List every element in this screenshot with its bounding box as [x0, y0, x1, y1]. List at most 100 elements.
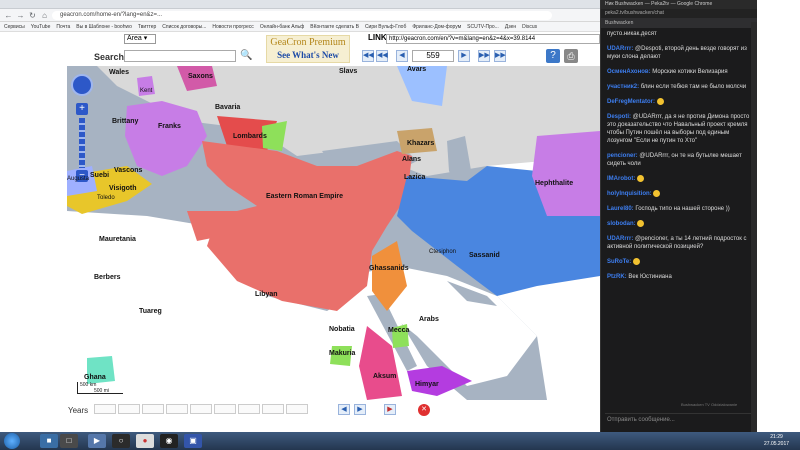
chat-nick[interactable]: UDARrrr:: [607, 236, 633, 242]
chat-nick[interactable]: SuRoTe:: [607, 259, 631, 265]
link-field[interactable]: http://geacron.com/en/?v=m&lang=en&z=4&x…: [386, 34, 600, 44]
geacron-premium-logo[interactable]: GeaCron Premium See What's New: [266, 35, 350, 63]
map-label: Eastern Roman Empire: [266, 193, 344, 200]
bookmark-item[interactable]: Твиттер: [138, 22, 156, 31]
chat-nick[interactable]: slobodan:: [607, 221, 636, 227]
prev-year-button[interactable]: ◀: [396, 50, 408, 62]
play-button[interactable]: ▶: [384, 404, 396, 415]
bookmark-item[interactable]: Почта: [56, 22, 70, 31]
timeline-cell[interactable]: [286, 404, 308, 414]
step-forward-fast-button[interactable]: ▶▶: [494, 50, 506, 62]
step-back-button[interactable]: ◀◀: [376, 50, 388, 62]
bookmark-item[interactable]: Новости прогресс: [212, 22, 253, 31]
bookmark-item[interactable]: Онлайн-банк Альф: [260, 22, 304, 31]
zoom-in-button[interactable]: +: [76, 103, 88, 115]
timeline-bar: Years ◀ ▶ ▶ ✕: [0, 400, 600, 432]
search-input[interactable]: [124, 50, 236, 62]
map-label: Berbers: [94, 274, 121, 281]
step-back-fast-button[interactable]: ◀◀: [362, 50, 374, 62]
next-year-button[interactable]: ▶: [458, 50, 470, 62]
timeline-cell[interactable]: [262, 404, 284, 414]
chat-message: IMArobot:: [607, 175, 754, 183]
timeline-cell[interactable]: [118, 404, 140, 414]
bookmark-item[interactable]: Вы в Шаблоне - boohwo: [76, 22, 132, 31]
media-icon[interactable]: ▶: [88, 434, 106, 448]
bookmark-item[interactable]: SCUTV-Про...: [467, 22, 499, 31]
stop-icon[interactable]: ✕: [418, 404, 430, 416]
timeline-cell[interactable]: [238, 404, 260, 414]
url-field[interactable]: geacron.com/home-en/?lang=en&z=...: [52, 11, 552, 20]
map-label: Franks: [158, 123, 181, 130]
back-icon[interactable]: ←: [4, 11, 13, 20]
chat-nick[interactable]: IMArobot:: [607, 176, 635, 182]
reload-icon[interactable]: ↻: [28, 11, 37, 20]
map-label: Arabs: [419, 316, 439, 323]
chat-nick[interactable]: holyInquisition:: [607, 191, 652, 197]
step-forward-button[interactable]: ▶▶: [478, 50, 490, 62]
smiley-icon: [656, 98, 664, 105]
chat-nick[interactable]: Laurel80:: [607, 206, 634, 212]
chat-footer-meta: Bushwacken TV Oddzialowanie: [681, 402, 738, 407]
year-input[interactable]: 559: [412, 50, 454, 62]
chat-nick[interactable]: ОсменАхонов:: [607, 69, 651, 75]
smiley-icon: [637, 220, 645, 228]
timeline-cell[interactable]: [214, 404, 236, 414]
obs-icon[interactable]: ◉: [160, 434, 178, 448]
search-label: Search: [94, 52, 125, 62]
chat-messages[interactable]: пусто.никак.десят UDARrrr: @Despoti, втор…: [601, 28, 758, 398]
map-label: Hephthalite: [535, 180, 574, 187]
help-button[interactable]: ?: [546, 49, 560, 63]
chat-message: PtzRK: Век Юстиниана: [607, 273, 754, 281]
bookmark-item[interactable]: ВКонтакте сделать В: [310, 22, 359, 31]
zoom-slider[interactable]: [79, 118, 85, 168]
explorer-icon[interactable]: ■: [40, 434, 58, 448]
tray-clock[interactable]: 21:29 27.05.2017: [764, 434, 789, 448]
bookmark-item[interactable]: Сири Вульф-Глоб: [365, 22, 406, 31]
timeline-back-button[interactable]: ◀: [338, 404, 350, 415]
map-label: Suebi: [90, 172, 110, 179]
chat-message: Laurel80: Господь типо на нашей стороне …: [607, 205, 754, 213]
start-button[interactable]: [4, 433, 20, 449]
link-label: LINK: [368, 33, 387, 42]
map-label: Ghana: [84, 374, 106, 381]
timeline-cell[interactable]: [190, 404, 212, 414]
chat-text: Морские котики Велизария: [652, 69, 728, 75]
map-label: Tuareg: [139, 308, 162, 315]
chat-nick[interactable]: Despoti:: [607, 114, 631, 120]
bookmark-item[interactable]: Список договоры...: [162, 22, 206, 31]
chat-message: Despoti: @UDARrrr, да я не против Димона…: [607, 113, 754, 145]
bookmark-item[interactable]: Discus: [522, 22, 537, 31]
chat-message: pencioner: @UDARrrr, он те на бутылке ме…: [607, 152, 754, 168]
chat-nick[interactable]: PtzRK:: [607, 274, 627, 280]
chrome-icon[interactable]: ●: [136, 434, 154, 448]
logo-subtitle[interactable]: See What's New: [267, 49, 349, 61]
timeline-cell[interactable]: [166, 404, 188, 414]
chat-nick[interactable]: DeFregMentator:: [607, 99, 655, 105]
bookmark-item[interactable]: Фриланс-Дом-форум: [412, 22, 461, 31]
chat-window: Ник Bushwacken — Peka2tv — Google Chrome…: [600, 0, 758, 432]
timeline-forward-button[interactable]: ▶: [354, 404, 366, 415]
pan-control[interactable]: [71, 74, 93, 96]
folder-icon[interactable]: □: [60, 434, 78, 448]
bookmark-item[interactable]: Сервисы: [4, 22, 25, 31]
browser-window: ← → ↻ ⌂ geacron.com/home-en/?lang=en&z=.…: [0, 0, 600, 432]
app-icon[interactable]: ○: [112, 434, 130, 448]
chat-nick[interactable]: UDARrrr:: [607, 46, 633, 52]
chat-text: Господь типо на нашей стороне )): [635, 206, 730, 213]
forward-icon[interactable]: →: [16, 11, 25, 20]
chat-nick[interactable]: участник2:: [607, 84, 639, 90]
map-label: Aksum: [373, 373, 397, 380]
history-map[interactable]: + − Wales Saxons Slavs Avars Kent Bavari…: [67, 66, 600, 400]
search-icon[interactable]: 🔍: [240, 50, 252, 62]
timeline-cell[interactable]: [142, 404, 164, 414]
chat-nick[interactable]: pencioner:: [607, 153, 638, 159]
bookmark-item[interactable]: Дзен: [505, 22, 516, 31]
chat-message: slobodan:: [607, 220, 754, 228]
chat-input[interactable]: Отправить сообщение...: [605, 413, 753, 425]
print-icon[interactable]: ⎙: [564, 49, 578, 63]
timeline-cell[interactable]: [94, 404, 116, 414]
area-select[interactable]: Area ▾: [124, 34, 156, 44]
photo-icon[interactable]: ▣: [184, 434, 202, 448]
home-icon[interactable]: ⌂: [40, 11, 49, 20]
bookmark-item[interactable]: YouTube: [31, 22, 51, 31]
